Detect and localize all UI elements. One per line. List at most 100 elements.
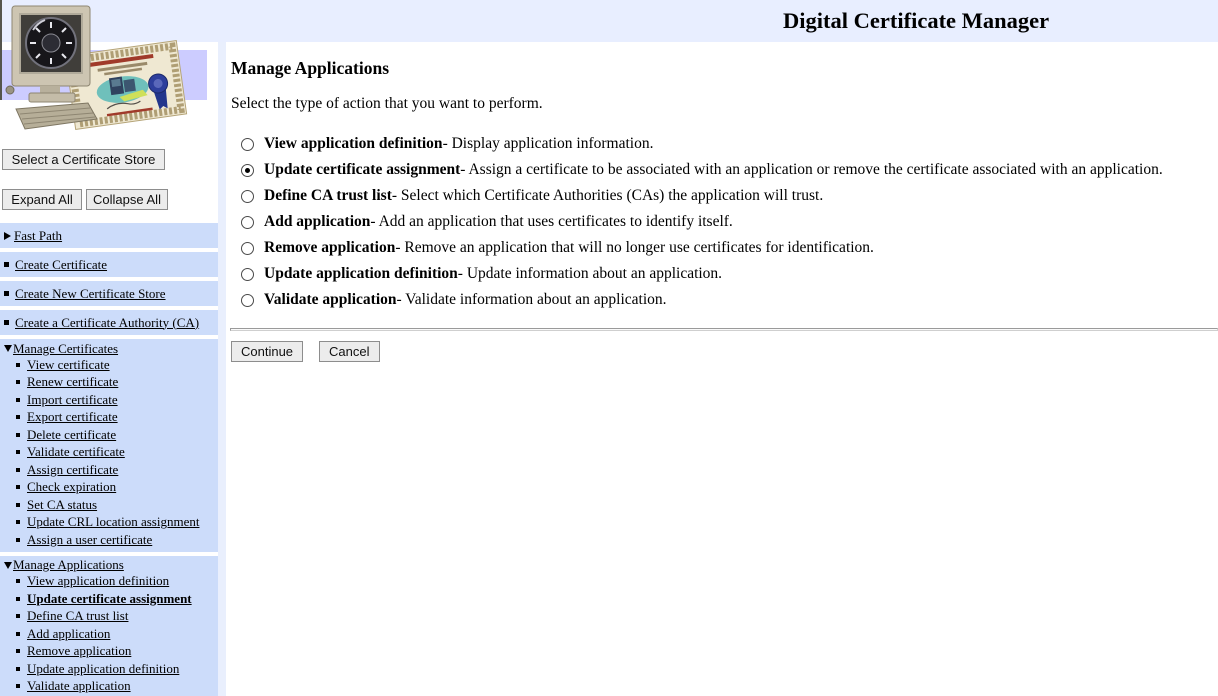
- nav-link-update-crl-location-assignment[interactable]: Update CRL location assignment: [27, 514, 199, 530]
- nav-link-remove-application[interactable]: Remove application: [27, 643, 131, 659]
- option-define-ca-trust-list[interactable]: Define CA trust list - Select which Cert…: [241, 183, 1163, 209]
- bullet-square-icon: [16, 485, 20, 489]
- nav-link-check-expiration[interactable]: Check expiration: [27, 479, 116, 495]
- expanded-triangle-icon[interactable]: [4, 562, 12, 569]
- collapse-all-button[interactable]: Collapse All: [86, 189, 168, 210]
- bullet-square-icon: [16, 614, 20, 618]
- nav-subitem-update-application-definition[interactable]: Update application definition: [0, 660, 218, 678]
- nav-box-fast-path: Fast Path: [0, 223, 218, 248]
- nav-link-manage-certificates[interactable]: Manage Certificates: [13, 341, 118, 357]
- nav-item-create-certificate[interactable]: Create Certificate: [0, 257, 107, 273]
- form-buttons: Continue Cancel: [231, 341, 380, 362]
- bullet-square-icon: [16, 684, 20, 688]
- nav-subitem-validate-application[interactable]: Validate application: [0, 678, 218, 696]
- radio-view-application-definition[interactable]: [241, 138, 254, 151]
- expanded-triangle-icon[interactable]: [4, 345, 12, 352]
- radio-update-application-definition[interactable]: [241, 268, 254, 281]
- nav-link-create-certificate[interactable]: Create Certificate: [15, 257, 107, 273]
- nav-link-define-ca-trust-list[interactable]: Define CA trust list: [27, 608, 128, 624]
- nav-link-view-certificate[interactable]: View certificate: [27, 357, 110, 373]
- nav-link-update-application-definition[interactable]: Update application definition: [27, 661, 179, 677]
- nav-link-set-ca-status[interactable]: Set CA status: [27, 497, 97, 513]
- bullet-square-icon: [16, 415, 20, 419]
- option-validate-application[interactable]: Validate application - Validate informat…: [241, 287, 1163, 313]
- nav-subitem-view-application-definition[interactable]: View application definition: [0, 573, 218, 591]
- nav-link-create-new-certificate-store[interactable]: Create New Certificate Store: [15, 286, 166, 302]
- dcm-page: Digital Certificate Manager: [0, 0, 1218, 696]
- nav-link-manage-applications[interactable]: Manage Applications: [13, 557, 124, 573]
- select-certificate-store-button[interactable]: Select a Certificate Store: [2, 149, 165, 170]
- nav-subitem-export-certificate[interactable]: Export certificate: [0, 409, 218, 427]
- nav-link-delete-certificate[interactable]: Delete certificate: [27, 427, 116, 443]
- bullet-square-icon: [4, 262, 9, 267]
- option-description: - Validate information about an applicat…: [397, 291, 667, 309]
- nav-link-view-application-definition[interactable]: View application definition: [27, 573, 169, 589]
- option-label: View application definition: [264, 135, 443, 153]
- nav-subitem-assign-certificate[interactable]: Assign certificate: [0, 461, 218, 479]
- nav-subitem-assign-a-user-certificate[interactable]: Assign a user certificate: [0, 531, 218, 549]
- nav-item-create-new-certificate-store[interactable]: Create New Certificate Store: [0, 286, 166, 302]
- nav-link-validate-certificate[interactable]: Validate certificate: [27, 444, 125, 460]
- nav-item-create-a-certificate-authority-ca[interactable]: Create a Certificate Authority (CA): [0, 315, 199, 331]
- nav-box-create-new-certificate-store: Create New Certificate Store: [0, 281, 218, 306]
- option-label: Add application: [264, 213, 370, 231]
- radio-define-ca-trust-list[interactable]: [241, 190, 254, 203]
- bullet-square-icon: [16, 468, 20, 472]
- certificate-lock-illustration: [0, 0, 212, 136]
- option-add-application[interactable]: Add application - Add an application tha…: [241, 209, 1163, 235]
- nav-link-fast-path[interactable]: Fast Path: [14, 228, 62, 244]
- bullet-square-icon: [16, 433, 20, 437]
- radio-remove-application[interactable]: [241, 242, 254, 255]
- nav-link-assign-a-user-certificate[interactable]: Assign a user certificate: [27, 532, 152, 548]
- nav-box-create-a-certificate-authority-ca: Create a Certificate Authority (CA): [0, 310, 218, 335]
- nav-subitem-view-certificate[interactable]: View certificate: [0, 356, 218, 374]
- radio-update-certificate-assignment[interactable]: [241, 164, 254, 177]
- collapsed-triangle-icon[interactable]: [4, 232, 11, 240]
- nav-subitem-validate-certificate[interactable]: Validate certificate: [0, 444, 218, 462]
- option-description: - Add an application that uses certifica…: [370, 213, 732, 231]
- nav-link-import-certificate[interactable]: Import certificate: [27, 392, 118, 408]
- nav-subitem-add-application[interactable]: Add application: [0, 625, 218, 643]
- bullet-square-icon: [16, 597, 20, 601]
- nav-item-manage-certificates[interactable]: Manage Certificates: [0, 341, 218, 356]
- nav-link-add-application[interactable]: Add application: [27, 626, 110, 642]
- nav-item-manage-applications[interactable]: Manage Applications: [0, 558, 218, 573]
- option-remove-application[interactable]: Remove application - Remove an applicati…: [241, 235, 1163, 261]
- option-update-certificate-assignment[interactable]: Update certificate assignment - Assign a…: [241, 157, 1163, 183]
- continue-button[interactable]: Continue: [231, 341, 303, 362]
- nav-subitem-import-certificate[interactable]: Import certificate: [0, 391, 218, 409]
- nav-subitem-update-crl-location-assignment[interactable]: Update CRL location assignment: [0, 514, 218, 532]
- nav-subitem-renew-certificate[interactable]: Renew certificate: [0, 374, 218, 392]
- option-update-application-definition[interactable]: Update application definition - Update i…: [241, 261, 1163, 287]
- nav-link-create-a-certificate-authority-ca[interactable]: Create a Certificate Authority (CA): [15, 315, 199, 331]
- nav-subitem-delete-certificate[interactable]: Delete certificate: [0, 426, 218, 444]
- action-options: View application definition - Display ap…: [241, 131, 1163, 313]
- nav-subitem-update-certificate-assignment[interactable]: Update certificate assignment: [0, 590, 218, 608]
- nav-subitem-define-ca-trust-list[interactable]: Define CA trust list: [0, 608, 218, 626]
- bullet-square-icon: [16, 363, 20, 367]
- bullet-square-icon: [16, 398, 20, 402]
- option-view-application-definition[interactable]: View application definition - Display ap…: [241, 131, 1163, 157]
- monitor-graphic: [6, 6, 97, 129]
- expand-all-button[interactable]: Expand All: [2, 189, 82, 210]
- nav-link-assign-certificate[interactable]: Assign certificate: [27, 462, 118, 478]
- nav-link-update-certificate-assignment[interactable]: Update certificate assignment: [27, 591, 192, 607]
- bullet-square-icon: [16, 520, 20, 524]
- option-label: Validate application: [264, 291, 397, 309]
- nav-subitem-remove-application[interactable]: Remove application: [0, 643, 218, 661]
- nav-link-export-certificate[interactable]: Export certificate: [27, 409, 118, 425]
- bullet-square-icon: [16, 538, 20, 542]
- app-title: Digital Certificate Manager: [783, 8, 1049, 34]
- radio-validate-application[interactable]: [241, 294, 254, 307]
- nav-subitem-set-ca-status[interactable]: Set CA status: [0, 496, 218, 514]
- nav-item-fast-path[interactable]: Fast Path: [0, 228, 62, 244]
- bullet-square-icon: [16, 632, 20, 636]
- bullet-square-icon: [16, 649, 20, 653]
- nav-subitem-check-expiration[interactable]: Check expiration: [0, 479, 218, 497]
- option-description: - Display application information.: [443, 135, 654, 153]
- frame-divider: [218, 42, 226, 696]
- nav-link-renew-certificate[interactable]: Renew certificate: [27, 374, 118, 390]
- cancel-button[interactable]: Cancel: [319, 341, 379, 362]
- nav-link-validate-application[interactable]: Validate application: [27, 678, 131, 694]
- radio-add-application[interactable]: [241, 216, 254, 229]
